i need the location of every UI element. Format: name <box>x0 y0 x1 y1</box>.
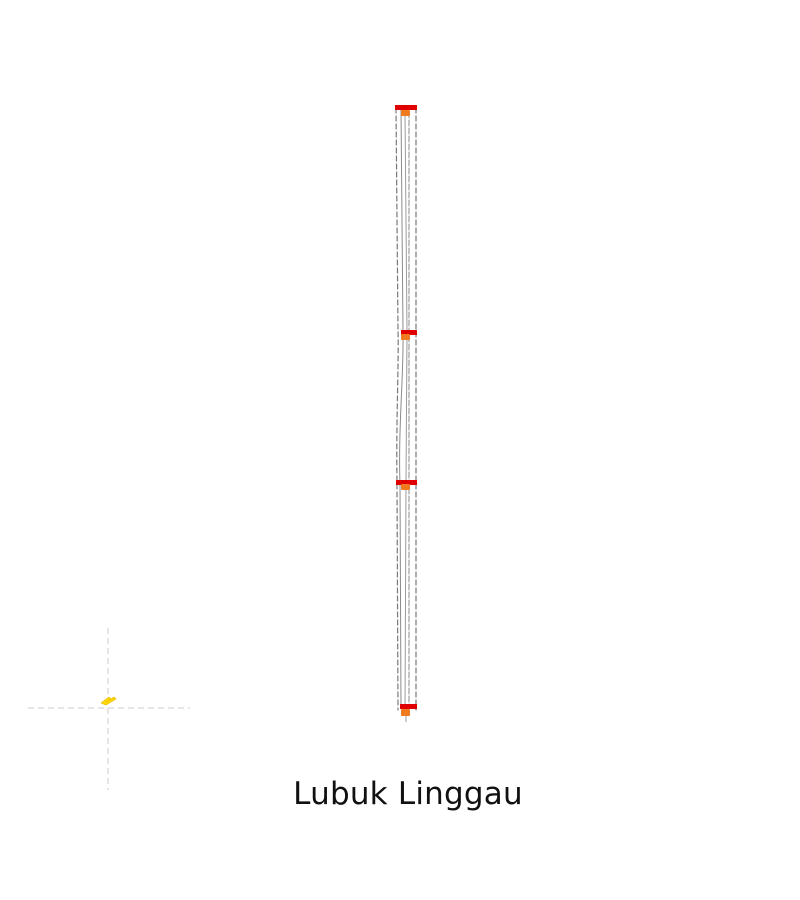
stop-marker[interactable] <box>401 330 417 340</box>
compass-crosshair-icon <box>28 628 190 790</box>
stop-marker[interactable] <box>395 105 417 116</box>
route-map <box>28 105 417 790</box>
stop-marker[interactable] <box>396 480 417 490</box>
route-line-inner-3 <box>404 111 408 713</box>
route-lines <box>395 107 417 713</box>
route-line-inner-1 <box>399 109 404 709</box>
map-caption: Lubuk Linggau <box>293 776 523 812</box>
compass-marker-icon <box>100 696 117 706</box>
route-line-left <box>395 107 399 711</box>
stop-marker[interactable] <box>400 704 417 716</box>
